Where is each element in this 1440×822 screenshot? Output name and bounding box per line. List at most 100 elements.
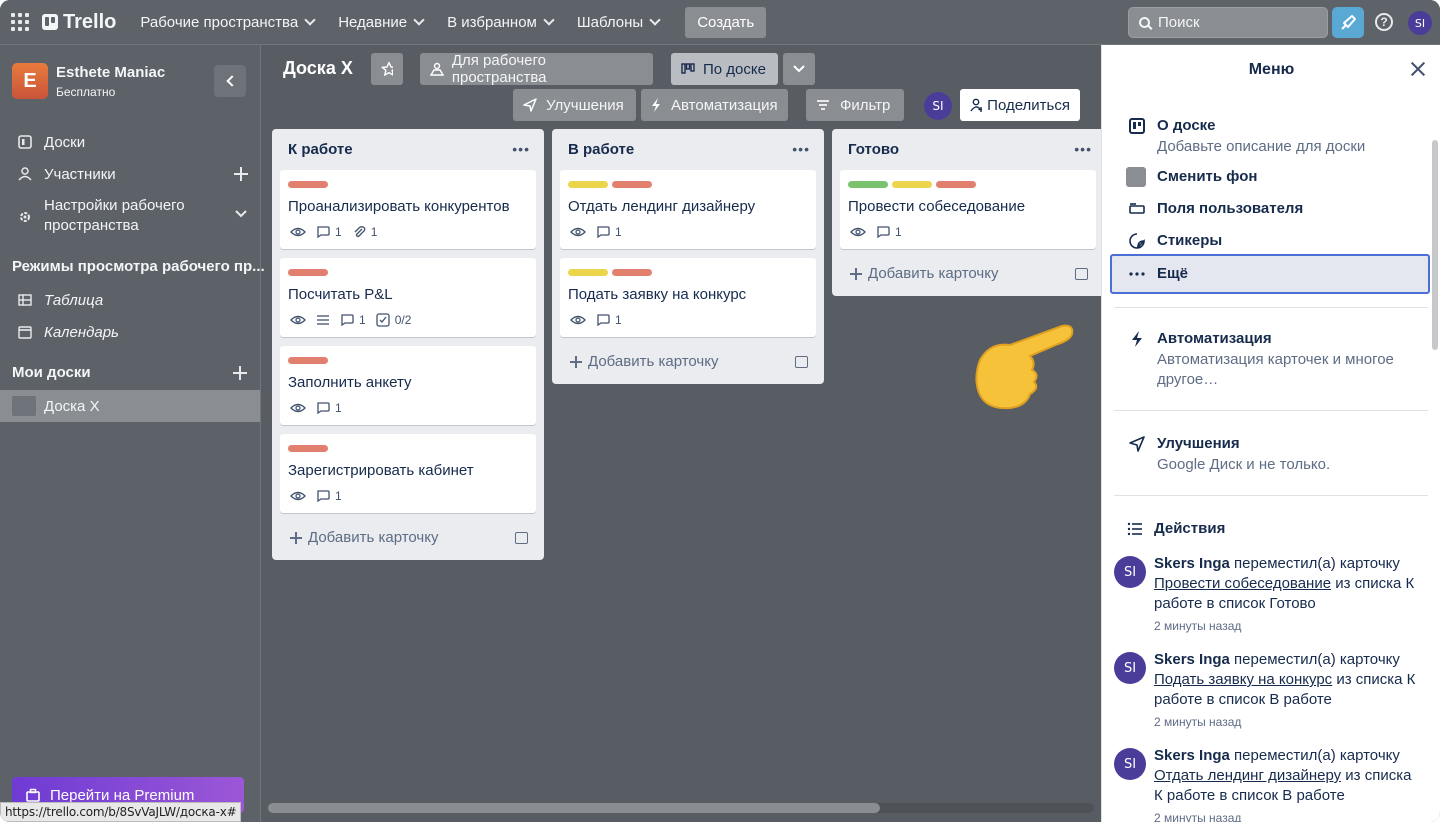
- card-title: Подать заявку на конкурс: [568, 286, 747, 303]
- card[interactable]: Посчитать P&L 1 0/2: [280, 258, 536, 337]
- comment-badge: 1: [340, 313, 366, 327]
- card[interactable]: Провести собеседование 1: [840, 170, 1096, 249]
- workspace-logo: E: [12, 63, 48, 99]
- sidebar-item-members[interactable]: Участники: [0, 164, 260, 184]
- add-card-button[interactable]: Добавить карточку: [570, 353, 718, 370]
- card-badges: 1: [850, 225, 902, 239]
- sidebar-item-settings[interactable]: Настройки рабочего пространства: [0, 196, 260, 236]
- comment-icon: [597, 226, 610, 238]
- card-title: Зарегистрировать кабинет: [288, 462, 474, 479]
- board-horizontal-scrollbar[interactable]: [268, 803, 1094, 813]
- chevron-down-icon[interactable]: [235, 210, 247, 218]
- menu-powerups[interactable]: Улучшения Google Диск и не только.: [1112, 435, 1430, 475]
- paperclip-icon: [354, 226, 366, 238]
- comment-icon: [317, 402, 330, 414]
- list-menu-icon[interactable]: •••: [1074, 141, 1092, 157]
- collapse-sidebar-button[interactable]: [214, 65, 246, 97]
- card-title: Отдать лендинг дизайнеру: [568, 198, 756, 215]
- menu-about-board[interactable]: О доске Добавьте описание для доски: [1112, 117, 1430, 157]
- watch-icon: [290, 490, 306, 502]
- menu-stickers[interactable]: Стикеры: [1112, 232, 1430, 252]
- avatar[interactable]: SI: [1114, 652, 1146, 684]
- card-template-icon[interactable]: [795, 356, 808, 368]
- add-board-icon[interactable]: [233, 366, 247, 380]
- card[interactable]: Подать заявку на конкурс 1: [560, 258, 816, 337]
- board-view-button[interactable]: По доске: [671, 53, 778, 85]
- list-title[interactable]: В работе: [568, 141, 634, 158]
- avatar[interactable]: SI: [1114, 556, 1146, 588]
- menu-divider: [1114, 410, 1428, 411]
- menu-automation[interactable]: Автоматизация Автоматизация карточек и м…: [1112, 330, 1430, 390]
- card-title: Заполнить анкету: [288, 374, 412, 391]
- checklist-badge: 0/2: [376, 313, 411, 327]
- list-title[interactable]: К работе: [288, 141, 353, 158]
- sidebar-item-calendar[interactable]: Календарь: [0, 322, 260, 342]
- rocket-icon: [523, 98, 537, 112]
- comment-icon: [597, 314, 610, 326]
- card[interactable]: Проанализировать конкурентов 1 1: [280, 170, 536, 249]
- menu-change-background[interactable]: Сменить фон: [1112, 167, 1430, 188]
- nav-recent[interactable]: Недавние: [338, 14, 425, 31]
- list: К работе ••• Проанализировать конкуренто…: [272, 129, 544, 560]
- board-title[interactable]: Доска X: [283, 58, 353, 79]
- app-switcher-icon[interactable]: [10, 12, 30, 32]
- list-menu-icon[interactable]: •••: [512, 141, 530, 157]
- add-card-button[interactable]: Добавить карточку: [290, 529, 438, 546]
- activity-time[interactable]: 2 минуты назад: [1154, 619, 1241, 633]
- people-icon: [430, 62, 444, 76]
- menu-divider: [1114, 307, 1428, 308]
- card-badges: 1: [290, 401, 342, 415]
- powerups-button[interactable]: Улучшения: [513, 89, 636, 121]
- trello-logo[interactable]: Trello: [42, 11, 116, 34]
- share-button[interactable]: Поделиться: [960, 89, 1080, 121]
- card-link[interactable]: Провести собеседование: [1154, 575, 1331, 592]
- card[interactable]: Заполнить анкету 1: [280, 346, 536, 425]
- card-template-icon[interactable]: [1075, 268, 1088, 280]
- list-menu-icon[interactable]: •••: [792, 141, 810, 157]
- add-card-button[interactable]: Добавить карточку: [850, 265, 998, 282]
- star-icon: [381, 61, 393, 76]
- nav-starred[interactable]: В избранном: [447, 14, 555, 31]
- activity-time[interactable]: 2 минуты назад: [1154, 715, 1241, 729]
- card-link[interactable]: Подать заявку на конкурс: [1154, 671, 1332, 688]
- watch-icon: [290, 226, 306, 238]
- help-icon[interactable]: ?: [1375, 13, 1393, 31]
- sidebar-board-item[interactable]: Доска X: [0, 390, 260, 422]
- close-icon[interactable]: [1410, 61, 1426, 77]
- card-labels: [288, 357, 328, 364]
- card-template-icon[interactable]: [515, 532, 528, 544]
- menu-more[interactable]: Ещё: [1110, 254, 1430, 294]
- create-button[interactable]: Создать: [685, 6, 767, 38]
- visibility-button[interactable]: Для рабочего пространства: [420, 52, 653, 86]
- briefcase-icon: [26, 788, 40, 802]
- card[interactable]: Зарегистрировать кабинет 1: [280, 434, 536, 513]
- board-member-avatar[interactable]: SI: [924, 92, 952, 120]
- notifications-button[interactable]: [1332, 7, 1364, 38]
- add-person-icon: [970, 98, 983, 112]
- my-boards-heading: Мои доски: [12, 364, 91, 381]
- sidebar-item-boards[interactable]: Доски: [0, 132, 260, 152]
- star-button[interactable]: [371, 53, 403, 85]
- automation-button[interactable]: Автоматизация: [641, 89, 788, 121]
- card-link[interactable]: Отдать лендинг дизайнеру: [1154, 767, 1341, 784]
- menu-scrollbar[interactable]: [1432, 140, 1438, 350]
- view-switcher-button[interactable]: [783, 53, 815, 85]
- list-title[interactable]: Готово: [848, 141, 899, 158]
- status-bar-url: https://trello.com/b/8SvVaJLW/доска-x#: [0, 802, 242, 822]
- activity-time[interactable]: 2 минуты назад: [1154, 811, 1241, 822]
- search-input[interactable]: Поиск: [1128, 7, 1328, 38]
- avatar[interactable]: SI: [1114, 748, 1146, 780]
- scrollbar-thumb[interactable]: [268, 803, 880, 813]
- add-member-icon[interactable]: [234, 167, 248, 181]
- nav-templates[interactable]: Шаблоны: [577, 14, 661, 31]
- card-title: Проанализировать конкурентов: [288, 198, 510, 215]
- sidebar-item-table[interactable]: Таблица: [0, 290, 260, 310]
- account-avatar[interactable]: SI: [1408, 11, 1432, 35]
- card-title: Провести собеседование: [848, 198, 1026, 215]
- nav-workspaces[interactable]: Рабочие пространства: [140, 14, 316, 31]
- workspace-name[interactable]: Esthete Maniac: [56, 64, 165, 81]
- lightning-icon: [652, 98, 660, 112]
- menu-custom-fields[interactable]: Поля пользователя: [1112, 200, 1430, 220]
- filter-button[interactable]: Фильтр: [806, 89, 904, 121]
- card[interactable]: Отдать лендинг дизайнеру 1: [560, 170, 816, 249]
